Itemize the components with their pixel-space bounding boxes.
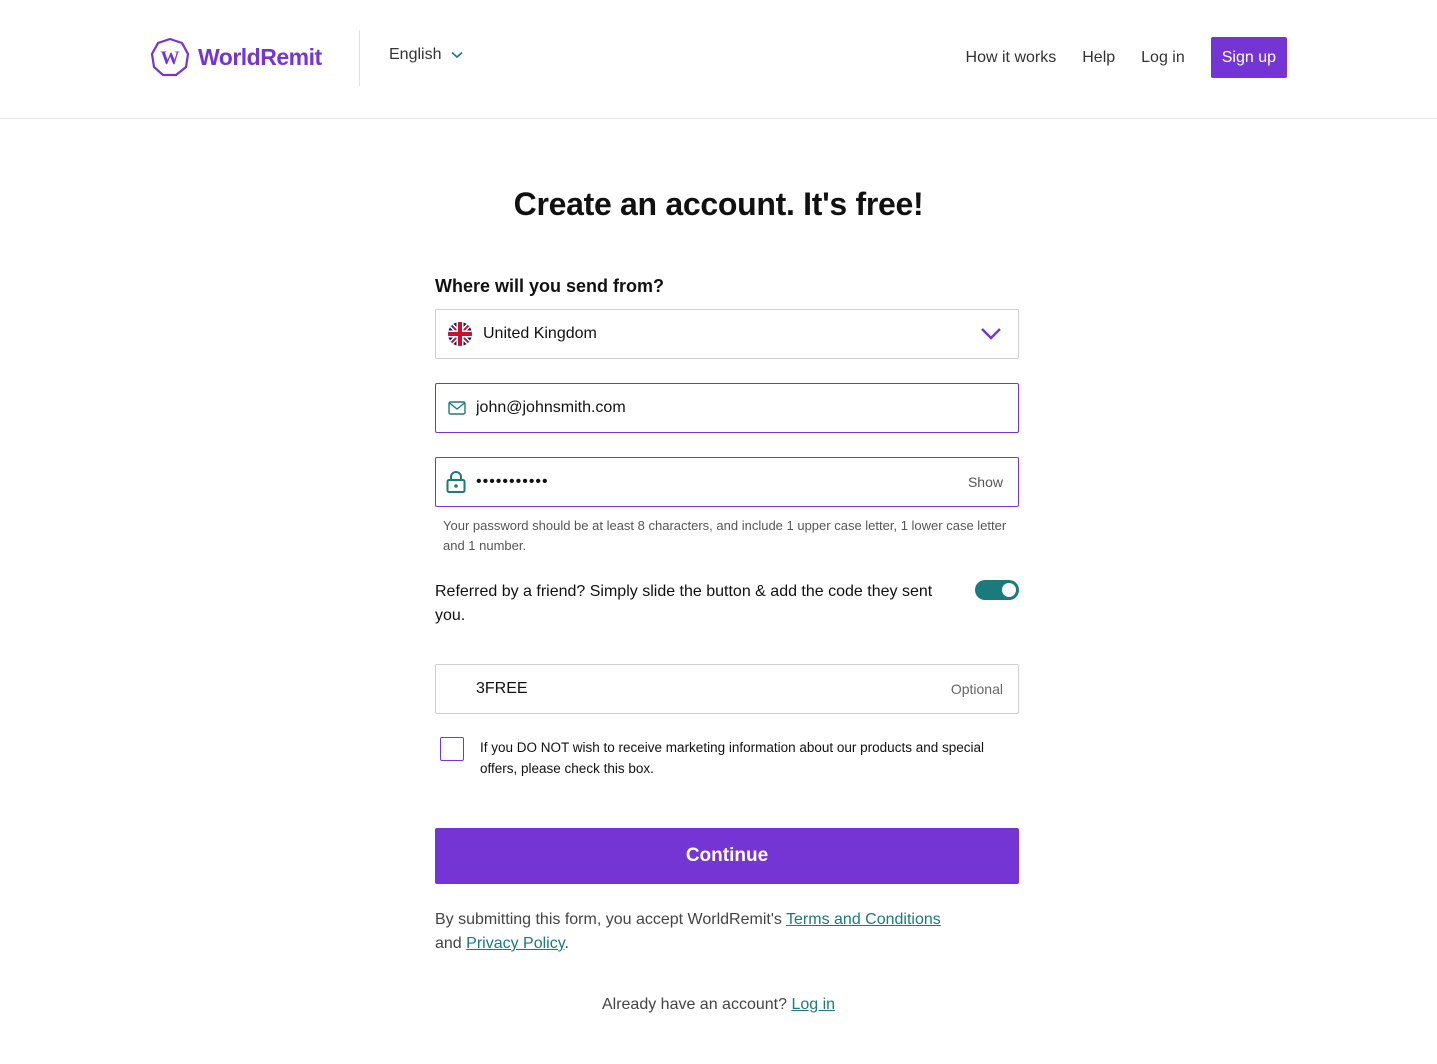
optional-label: Optional [950, 681, 1003, 697]
terms-prefix: By submitting this form, you accept Worl… [435, 911, 787, 928]
terms-suffix: . [564, 935, 569, 952]
toggle-knob [1002, 583, 1016, 597]
password-input[interactable]: ••••••••••• [476, 473, 549, 491]
terms-link[interactable]: Terms and Conditions [786, 911, 941, 928]
language-label: English [389, 46, 442, 63]
bottom-log-in-link[interactable]: Log in [791, 996, 835, 1013]
nav-how-it-works[interactable]: How it works [966, 49, 1057, 67]
chevron-down-icon [981, 328, 1001, 340]
page-title: Create an account. It's free! [513, 186, 924, 222]
top-nav: How it works Help Log in Sign up [966, 37, 1287, 78]
signup-form: Where will you send from? United Kingdom… [435, 270, 1019, 952]
sign-up-button[interactable]: Sign up [1210, 37, 1287, 78]
privacy-link[interactable]: Privacy Policy [466, 935, 564, 952]
terms-text: By submitting this form, you accept Worl… [435, 908, 995, 956]
country-value: United Kingdom [483, 325, 597, 342]
worldremit-logo-icon: W [150, 37, 190, 77]
site-header: W WorldRemit English How it works Help L… [0, 0, 1437, 119]
svg-text:W: W [161, 48, 180, 69]
terms-middle: and [435, 935, 467, 952]
show-password-button[interactable]: Show [968, 474, 1003, 490]
password-field[interactable]: ••••••••••• Show [435, 457, 1019, 507]
continue-button[interactable]: Continue [435, 828, 1019, 884]
send-from-label: Where will you send from? [435, 276, 665, 296]
already-have-account: Already have an account? Log in [0, 996, 1437, 1014]
referral-text: Referred by a friend? Simply slide the b… [435, 583, 933, 624]
chevron-down-icon [451, 51, 464, 59]
password-hint: Your password should be at least 8 chara… [443, 518, 1007, 553]
email-input[interactable] [476, 399, 916, 417]
email-field[interactable] [435, 383, 1019, 433]
worldremit-logo[interactable]: W WorldRemit [150, 37, 322, 77]
uk-flag-icon [448, 322, 472, 346]
nav-log-in[interactable]: Log in [1141, 49, 1185, 67]
referral-code-input[interactable] [476, 680, 876, 698]
language-selector[interactable]: English [389, 46, 464, 64]
lock-icon [446, 471, 466, 493]
country-select[interactable]: United Kingdom [435, 309, 1019, 359]
header-divider [359, 30, 360, 86]
brand-name: WorldRemit [198, 43, 322, 70]
marketing-opt-out-label: If you DO NOT wish to receive marketing … [480, 740, 984, 776]
already-text: Already have an account? [601, 996, 792, 1013]
referral-code-field[interactable]: Optional [435, 664, 1019, 714]
mail-icon [448, 401, 466, 415]
nav-help[interactable]: Help [1082, 49, 1115, 67]
marketing-opt-out-checkbox[interactable] [440, 737, 464, 761]
referral-toggle[interactable] [975, 580, 1019, 600]
